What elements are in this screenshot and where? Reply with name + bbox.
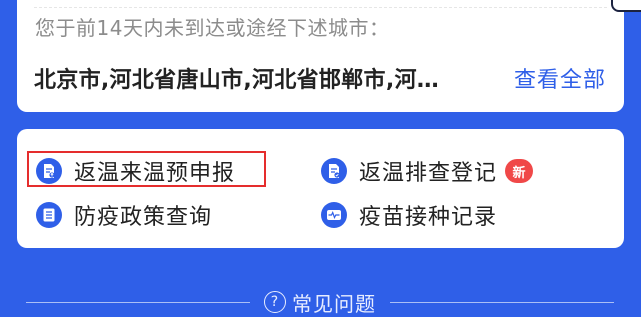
divider [34,7,607,8]
question-icon: ? [264,291,286,313]
faq-section-header: ? 常见问题 [26,288,614,316]
travel-notice-card: 您于前14天内未到达或途经下述城市： 北京市,河北省唐山市,河北省邯郸市,河… … [17,0,624,112]
menu-item-label: 返温排查登记 [359,161,498,186]
new-badge: 新 [505,159,534,183]
menu-item-label: 返温来温预申报 [74,161,236,186]
faq-title[interactable]: ? 常见问题 [250,288,390,317]
menu-item-return-screening[interactable]: 返温排查登记 新 [321,155,534,187]
service-menu-card: 返温来温预申报 返温排查登记 新 防疫政策查询 疫苗接种记录 [17,129,624,248]
travel-notice-heading: 您于前14天内未到达或途经下述城市： [35,16,390,40]
travel-city-list: 北京市,河北省唐山市,河北省邯郸市,河… [34,68,440,93]
menu-item-label: 防疫政策查询 [74,205,213,230]
corner-popup-edge [611,0,641,12]
view-all-link[interactable]: 查看全部 [514,62,606,94]
list-icon [36,202,62,228]
divider-right [390,301,614,303]
menu-item-policy-query[interactable]: 防疫政策查询 [36,199,212,231]
menu-item-label: 疫苗接种记录 [359,205,498,230]
document-upload-icon [36,158,62,184]
faq-label: 常见问题 [292,291,376,316]
menu-item-return-declaration[interactable]: 返温来温预申报 [36,155,235,187]
divider-left [26,301,250,303]
document-check-icon [321,158,347,184]
pulse-card-icon [321,202,347,228]
menu-item-vaccination-record[interactable]: 疫苗接种记录 [321,199,497,231]
